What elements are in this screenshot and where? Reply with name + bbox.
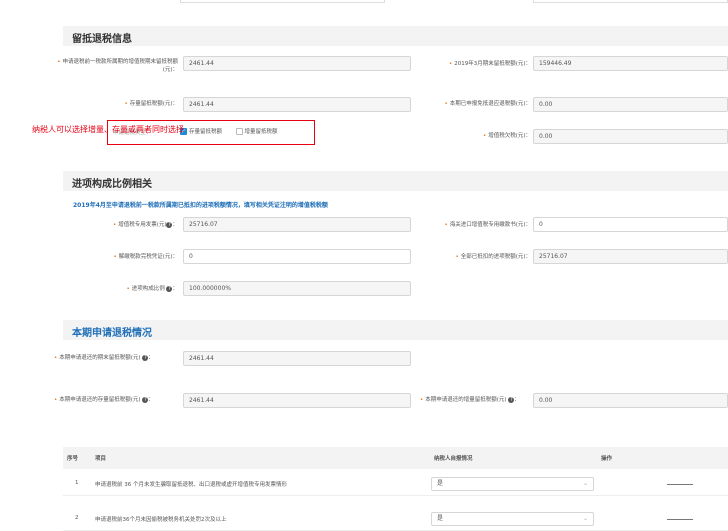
- field-tax-payment-cert[interactable]: 0: [183, 249, 411, 264]
- label-declared-refund: • 本期已申报免抵退应退税额(元)：: [444, 101, 531, 107]
- field-customs-vat[interactable]: 0: [533, 217, 728, 232]
- label-tax-payment-cert: • 解缴税款完税凭证(元)：: [113, 254, 178, 260]
- table-row: 2 申请退税前36个月未因偷税被税务机关处罚2次及以上 是 ⌄: [63, 507, 728, 531]
- self-report-select[interactable]: 是 ⌄: [431, 512, 594, 526]
- label-vat-arrears: • 增值税欠税(元)：: [482, 133, 531, 139]
- input-ratio-subtitle: 2019年4月至申请退税前一税款所属期已抵扣的进项税额情况，填写相关凭证注明的增…: [73, 202, 328, 209]
- field-apply-end-credit[interactable]: 2461.44: [183, 351, 411, 366]
- field-vat-arrears[interactable]: 0.00: [533, 129, 728, 144]
- annotation-text: 纳税人可以选择增量、存量或两者同时选择: [32, 125, 184, 134]
- section-header-refund-info: 留抵退税信息: [63, 26, 728, 46]
- action-placeholder: [667, 519, 693, 520]
- label-march-credit: • 2019年3月期末留抵税额(元)：: [448, 61, 531, 67]
- top-partial-inputs: [0, 0, 728, 4]
- section-header-current-refund: 本期申请退税情况: [63, 320, 728, 340]
- row-no: 1: [75, 480, 79, 486]
- field-march-credit[interactable]: 159446.49: [533, 56, 728, 71]
- field-declared-refund[interactable]: 0.00: [533, 97, 728, 112]
- row-no: 2: [75, 515, 79, 521]
- row-item: 申请退税前 36 个月未发生骗取留抵退税、出口退税或虚开增值税专用发票情形: [95, 482, 287, 488]
- row-item: 申请退税前36个月未因偷税被税务机关处罚2次及以上: [95, 517, 227, 523]
- label-apply-stock-credit: • 本期申请退还的存量留抵税额(元) ?：: [54, 396, 154, 403]
- action-placeholder: [667, 484, 693, 485]
- label-stock-credit: • 存量留抵税额(元)：: [124, 101, 178, 107]
- chevron-down-icon: ⌄: [582, 480, 588, 487]
- section-title: 本期申请退税情况: [72, 328, 152, 339]
- col-item: 项目: [95, 456, 107, 462]
- label-input-ratio: • 进项构成比例 ?：: [126, 285, 178, 292]
- help-icon[interactable]: ?: [166, 221, 173, 228]
- field-stock-credit[interactable]: 2461.44: [183, 97, 411, 112]
- label-customs-vat: • 海关进口增值税专用缴款书(元)：: [444, 222, 531, 228]
- help-icon[interactable]: ?: [142, 396, 149, 403]
- label-total-deducted: • 全部已抵扣的进项税额(元)：: [455, 254, 531, 260]
- self-report-select[interactable]: 是 ⌄: [431, 477, 594, 491]
- table-header: 序号 项目 纳税人自报情况 操作: [63, 447, 728, 469]
- section-header-input-ratio: 进项构成比例相关: [63, 171, 728, 191]
- section-title: 留抵退税信息: [72, 34, 132, 45]
- field-total-deducted[interactable]: 25716.07: [533, 249, 728, 264]
- field-special-invoice[interactable]: 25716.07: [183, 217, 411, 232]
- label-apply-end-credit: • 本期申请退还的期末留抵税额(元) ?：: [54, 354, 154, 361]
- field-apply-increment-credit[interactable]: 0.00: [533, 393, 728, 408]
- partial-input-left[interactable]: [180, 0, 385, 3]
- help-icon[interactable]: ?: [166, 285, 173, 292]
- field-last-period-credit[interactable]: 2461.44: [183, 56, 411, 71]
- col-action: 操作: [601, 456, 613, 462]
- help-icon[interactable]: ?: [508, 396, 515, 403]
- col-no: 序号: [67, 456, 79, 462]
- label-last-period-credit: • 申请退税前一税款所属期的增值税期末留抵税额(元)：: [57, 59, 178, 73]
- label-special-invoice: • 增值税专用发票(元)?：: [112, 221, 178, 228]
- partial-input-right[interactable]: [533, 0, 728, 3]
- field-apply-stock-credit[interactable]: 2461.44: [183, 393, 411, 408]
- help-icon[interactable]: ?: [142, 354, 149, 361]
- field-input-ratio[interactable]: 100.000000%: [183, 281, 411, 296]
- section-title: 进项构成比例相关: [72, 179, 152, 190]
- label-apply-increment-credit: • 本期申请退还的增量留抵税额(元) ?：: [420, 396, 520, 403]
- chevron-down-icon: ⌄: [582, 515, 588, 522]
- col-self-report: 纳税人自报情况: [434, 456, 473, 462]
- table-row: 1 申请退税前 36 个月未发生骗取留抵退税、出口退税或虚开增值税专用发票情形 …: [63, 472, 728, 496]
